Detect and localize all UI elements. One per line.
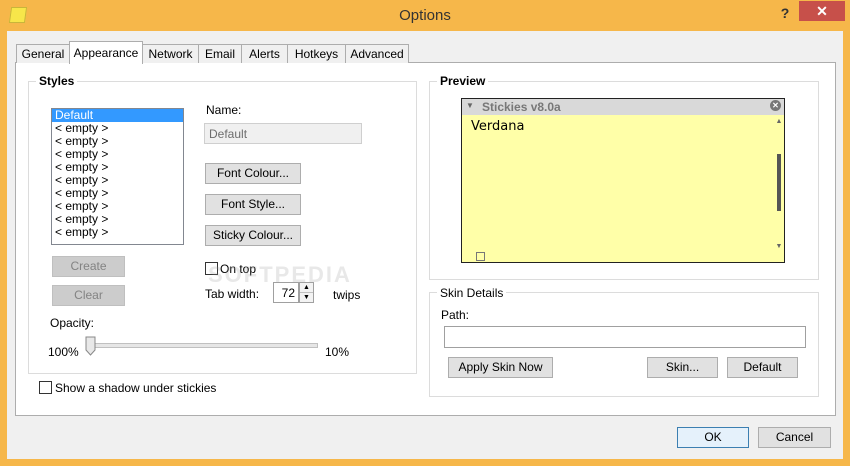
- styles-group-title: Styles: [36, 74, 78, 88]
- opacity-min-label: 100%: [48, 345, 79, 359]
- tab-general[interactable]: General: [16, 44, 70, 63]
- sticky-close-icon: ✕: [770, 100, 781, 111]
- scroll-up-icon: ▲: [775, 118, 783, 125]
- sticky-colour-button[interactable]: Sticky Colour...: [205, 225, 301, 246]
- help-button[interactable]: ?: [777, 5, 793, 23]
- skin-browse-button[interactable]: Skin...: [647, 357, 718, 378]
- watermark: SOFTPEDIA: [208, 262, 352, 287]
- sticky-menu-arrow-icon: ▼: [466, 101, 474, 110]
- skin-path-input[interactable]: [444, 326, 806, 348]
- ok-button[interactable]: OK: [677, 427, 749, 448]
- create-button[interactable]: Create: [52, 256, 125, 277]
- sticky-scroll-thumb: [777, 154, 781, 211]
- sticky-scrollbar: ▲ ▼: [775, 118, 783, 250]
- tab-alerts[interactable]: Alerts: [241, 44, 288, 63]
- window-title: Options: [399, 7, 451, 24]
- styles-listbox[interactable]: Default < empty > < empty > < empty > < empt…: [51, 108, 184, 245]
- name-field-value: Default: [209, 127, 248, 141]
- tab-width-value: 72: [281, 286, 295, 300]
- name-label: Name:: [206, 103, 242, 117]
- skin-default-button[interactable]: Default: [727, 357, 798, 378]
- tab-width-unit: twips: [333, 288, 361, 302]
- tab-email[interactable]: Email: [198, 44, 242, 63]
- skin-details-title: Skin Details: [437, 286, 507, 300]
- opacity-slider-thumb[interactable]: [85, 336, 96, 356]
- sticky-text: Verdana: [471, 119, 525, 134]
- cancel-button[interactable]: Cancel: [758, 427, 831, 448]
- tab-advanced[interactable]: Advanced: [345, 44, 409, 63]
- scroll-down-icon: ▼: [775, 243, 783, 250]
- preview-group-title: Preview: [437, 74, 489, 88]
- tab-width-label: Tab width:: [205, 287, 260, 301]
- tab-appearance[interactable]: Appearance: [69, 41, 143, 64]
- sticky-preview: ▼ Stickies v8.0a ✕ Verdana ▲ ▼: [461, 98, 785, 263]
- sticky-body: Verdana ▲ ▼: [462, 115, 784, 262]
- shadow-label: Show a shadow under stickies: [55, 381, 217, 395]
- window-frame-right: [843, 31, 850, 466]
- sticky-title-bar: ▼ Stickies v8.0a ✕: [462, 99, 784, 115]
- title-bar[interactable]: Options: [0, 0, 850, 31]
- window-frame-left: [0, 31, 7, 466]
- tab-hotkeys[interactable]: Hotkeys: [287, 44, 346, 63]
- clear-button[interactable]: Clear: [52, 285, 125, 306]
- font-colour-button[interactable]: Font Colour...: [205, 163, 301, 184]
- sticky-resize-icon: [476, 252, 485, 261]
- sticky-note-app-icon: [8, 7, 28, 23]
- opacity-label: Opacity:: [50, 316, 95, 330]
- style-list-item[interactable]: < empty >: [52, 226, 183, 239]
- spinner-down-icon[interactable]: ▼: [300, 293, 313, 302]
- opacity-max-label: 10%: [325, 345, 350, 359]
- path-label: Path:: [441, 308, 470, 322]
- name-field[interactable]: Default: [204, 123, 362, 144]
- apply-skin-now-button[interactable]: Apply Skin Now: [448, 357, 553, 378]
- sticky-title: Stickies v8.0a: [482, 100, 561, 114]
- font-style-button[interactable]: Font Style...: [205, 194, 301, 215]
- opacity-slider-track[interactable]: [90, 343, 318, 348]
- close-button[interactable]: ✕: [799, 1, 845, 21]
- window-frame-bottom: [0, 459, 850, 466]
- tab-network[interactable]: Network: [142, 44, 199, 63]
- shadow-checkbox[interactable]: [39, 381, 52, 394]
